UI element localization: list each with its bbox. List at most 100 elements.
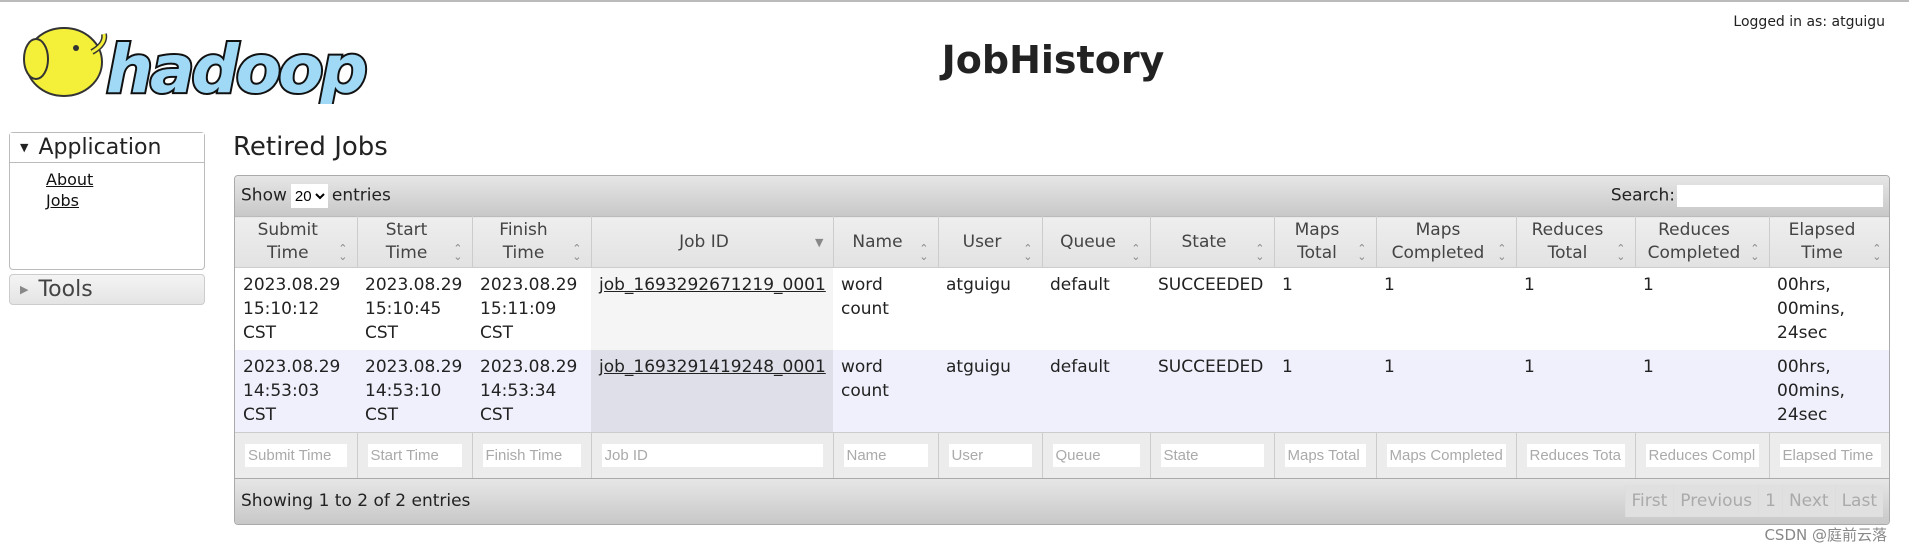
pagination-first-button[interactable]: First	[1624, 485, 1674, 517]
column-label: Name	[852, 231, 903, 252]
sidebar-link-about[interactable]: About	[46, 169, 168, 190]
column-header[interactable]: Submit Time ⌃ ⌄	[235, 216, 358, 268]
table-cell: 2023.08.29 15:10:45 CST	[357, 267, 472, 350]
column-filter-input[interactable]	[1645, 444, 1759, 468]
show-label: Show	[241, 185, 287, 206]
pagination: First Previous 1 Next Last	[1624, 485, 1883, 517]
application-header[interactable]: ▼ Application	[10, 133, 204, 163]
watermark: CSDN @庭前云落	[1764, 526, 1887, 544]
sort-both-icon: ⌃ ⌄	[453, 242, 463, 263]
entries-select[interactable]: 20	[290, 184, 328, 208]
sort-both-icon: ⌃ ⌄	[1497, 242, 1507, 263]
filter-cell	[357, 432, 473, 478]
column-header[interactable]: Reduces Total ⌃ ⌄	[1516, 216, 1636, 268]
filter-cell	[235, 432, 358, 478]
table-cell: 1	[1516, 350, 1635, 433]
column-filter-input[interactable]	[1160, 444, 1264, 468]
table-cell: atguigu	[938, 350, 1042, 433]
sort-both-icon: ⌃ ⌄	[338, 242, 348, 263]
column-header[interactable]: Name ⌃ ⌄	[833, 216, 939, 268]
table-cell: 2023.08.29 15:10:12 CST	[235, 267, 357, 350]
filter-cell	[1376, 432, 1517, 478]
pagination-1-button[interactable]: 1	[1758, 485, 1782, 517]
column-label: Reduces Total	[1531, 220, 1604, 263]
column-filter-input[interactable]	[601, 444, 823, 468]
table-toolbar: Show 20 entries Search:	[235, 176, 1889, 216]
column-header[interactable]: Reduces Completed ⌃ ⌄	[1635, 216, 1770, 268]
sidebar-link-jobs[interactable]: Jobs	[46, 190, 168, 211]
pagination-next-button[interactable]: Next	[1781, 485, 1835, 517]
table-cell: default	[1042, 350, 1150, 433]
sort-both-icon: ⌃ ⌄	[919, 242, 929, 263]
filter-cell	[833, 432, 939, 478]
table-cell: word count	[833, 267, 938, 350]
column-filter-input[interactable]	[1386, 444, 1506, 468]
page-title: JobHistory	[941, 38, 1165, 82]
pagination-last-button[interactable]: Last	[1834, 485, 1883, 517]
column-filter-input[interactable]	[1526, 444, 1625, 468]
table-cell: job_1693292671219_0001	[591, 267, 833, 350]
search-input[interactable]	[1677, 185, 1883, 207]
tools-label: Tools	[38, 277, 93, 302]
sort-both-icon: ⌃ ⌄	[572, 242, 582, 263]
column-header[interactable]: Finish Time ⌃ ⌄	[472, 216, 592, 268]
column-label: Maps Total	[1294, 220, 1340, 263]
table-cell: 00hrs, 00mins, 24sec	[1769, 267, 1889, 350]
table-cell: 00hrs, 00mins, 24sec	[1769, 350, 1889, 433]
column-label: Start Time	[385, 220, 428, 263]
table-cell: 1	[1274, 350, 1376, 433]
sort-both-icon: ⌃ ⌄	[1616, 242, 1626, 263]
sort-both-icon: ⌃ ⌄	[1023, 242, 1033, 263]
table-cell: 1	[1376, 350, 1516, 433]
application-section: ▼ Application About Jobs	[9, 132, 205, 270]
column-filter-input[interactable]	[482, 444, 581, 468]
column-header[interactable]: Start Time ⌃ ⌄	[357, 216, 473, 268]
column-label: Elapsed Time	[1788, 220, 1856, 263]
column-label: Queue	[1060, 231, 1116, 252]
sort-both-icon: ⌃ ⌄	[1872, 242, 1882, 263]
column-filter-input[interactable]	[948, 444, 1032, 468]
section-heading: Retired Jobs	[233, 132, 388, 162]
filter-cell	[472, 432, 592, 478]
filter-row	[235, 432, 1889, 478]
column-header[interactable]: Queue ⌃ ⌄	[1042, 216, 1151, 268]
column-filter-input[interactable]	[367, 444, 462, 468]
table-cell: 2023.08.29 14:53:34 CST	[472, 350, 591, 433]
table-cell: 1	[1635, 350, 1769, 433]
table-cell: 2023.08.29 14:53:10 CST	[357, 350, 472, 433]
table-cell: SUCCEEDED	[1150, 350, 1274, 433]
sort-both-icon: ⌃ ⌄	[1131, 242, 1141, 263]
column-label: Job ID	[679, 231, 729, 252]
column-filter-input[interactable]	[1052, 444, 1140, 468]
filter-cell	[1516, 432, 1636, 478]
column-filter-input[interactable]	[1779, 444, 1881, 468]
table-row: 2023.08.29 14:53:03 CST 2023.08.29 14:53:…	[235, 350, 1889, 433]
table-footer: Showing 1 to 2 of 2 entries First Previou…	[235, 477, 1889, 524]
sort-desc-icon: ▼	[815, 236, 824, 249]
column-filter-input[interactable]	[1284, 444, 1366, 468]
sort-both-icon: ⌃ ⌄	[1255, 242, 1265, 263]
column-header[interactable]: Elapsed Time ⌃ ⌄	[1769, 216, 1889, 268]
column-header[interactable]: State ⌃ ⌄	[1150, 216, 1275, 268]
logged-in-status: Logged in as: atguigu	[1733, 14, 1885, 30]
job-id-link[interactable]: job_1693291419248_0001	[599, 357, 826, 377]
column-label: Submit Time	[257, 220, 318, 263]
table-cell: 2023.08.29 14:53:03 CST	[235, 350, 357, 433]
column-header[interactable]: Maps Total ⌃ ⌄	[1274, 216, 1377, 268]
table-cell: SUCCEEDED	[1150, 267, 1274, 350]
column-header[interactable]: Maps Completed ⌃ ⌄	[1376, 216, 1517, 268]
column-label: Maps Completed	[1391, 220, 1485, 263]
column-filter-input[interactable]	[843, 444, 928, 468]
job-id-link[interactable]: job_1693292671219_0001	[599, 275, 826, 295]
column-label: User	[962, 231, 1002, 252]
table-cell: 1	[1274, 267, 1376, 350]
jobs-table: Show 20 entries Search: Submit Time ⌃ ⌄ Start…	[234, 175, 1890, 525]
filter-cell	[591, 432, 834, 478]
filter-cell	[1274, 432, 1377, 478]
column-header[interactable]: User ⌃ ⌄	[938, 216, 1043, 268]
column-header[interactable]: Job ID ▼	[591, 216, 834, 268]
pagination-previous-button[interactable]: Previous	[1673, 485, 1759, 517]
column-label: State	[1181, 231, 1227, 252]
tools-section[interactable]: ▶ Tools	[9, 274, 205, 305]
column-filter-input[interactable]	[245, 444, 347, 468]
